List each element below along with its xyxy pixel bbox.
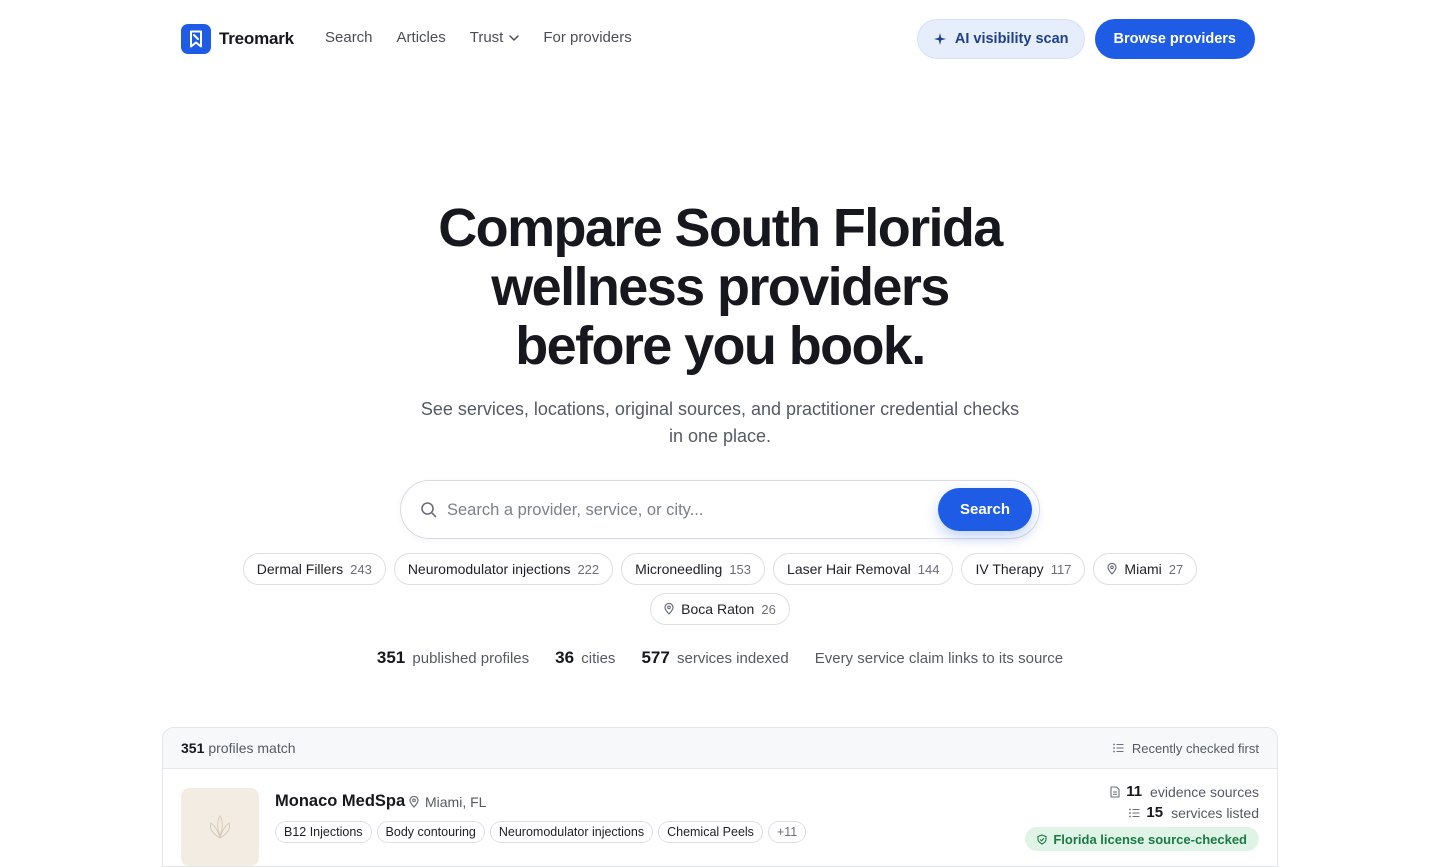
sort-dropdown[interactable]: Recently checked first (1112, 740, 1259, 756)
results-count-value: 351 (181, 740, 205, 756)
sort-list-icon (1112, 743, 1124, 753)
chip-count: 27 (1168, 561, 1184, 577)
ai-visibility-scan-button[interactable]: AI visibility scan (916, 19, 1085, 59)
provider-name[interactable]: Monaco MedSpa (275, 792, 405, 811)
services-label: services listed (1171, 804, 1259, 821)
evidence-count: 11 (1126, 783, 1143, 800)
location-pin-icon (1107, 563, 1118, 575)
chip-miami[interactable]: Miami 27 (1093, 553, 1198, 585)
chip-laser-hair-removal[interactable]: Laser Hair Removal 144 (773, 553, 954, 585)
search-input[interactable] (447, 495, 927, 525)
nav-link-trust-label: Trust (469, 29, 504, 46)
hero-subtitle: See services, locations, original source… (420, 399, 1020, 446)
ai-visibility-scan-label: AI visibility scan (954, 31, 1069, 47)
brand[interactable]: Treomark (181, 24, 294, 54)
chip-count: 243 (350, 561, 372, 577)
nav-link-for-providers[interactable]: For providers (543, 29, 631, 46)
services-listed: 15 services listed (1129, 804, 1259, 821)
stats-note: Every service claim links to its source (814, 650, 1064, 667)
quick-filter-chips-row-2: Boca Raton 26 (0, 593, 1440, 625)
provider-metrics: 11 evidence sources 15 services listed (1110, 783, 1259, 821)
stat-value: 36 (555, 648, 575, 667)
results-count: 351 profiles match (181, 740, 296, 756)
chip-label: Dermal Fillers (256, 561, 344, 577)
brand-logo-icon (181, 24, 211, 54)
evidence-sources: 11 evidence sources (1110, 783, 1259, 800)
results-count-label: profiles match (208, 740, 296, 756)
stat-value: 351 (376, 648, 406, 667)
chip-label: IV Therapy (975, 561, 1044, 577)
stat-value: 577 (641, 648, 670, 667)
brand-name: Treomark (219, 29, 294, 48)
chip-count: 153 (729, 561, 752, 577)
results-header: 351 profiles match Recently checked first (163, 728, 1277, 769)
chip-label: Miami (1124, 561, 1162, 577)
stat-services-indexed: 577 services indexed (641, 648, 788, 668)
chip-count: 222 (577, 561, 600, 577)
chip-count: 26 (761, 601, 776, 617)
chip-label: Neuromodulator injections (407, 561, 571, 577)
nav-link-trust[interactable]: Trust (470, 29, 520, 46)
stat-label: published profiles (412, 650, 530, 667)
chip-count: 117 (1050, 561, 1072, 577)
stat-cities: 36 cities (555, 648, 615, 668)
nav-link-search[interactable]: Search (325, 29, 373, 46)
results-panel: 351 profiles match Recently checked first… (162, 727, 1278, 867)
hero-title-line: Compare South Florida (438, 198, 1003, 258)
sort-label: Recently checked first (1131, 740, 1259, 756)
browse-providers-button[interactable]: Browse providers (1094, 19, 1255, 59)
chip-boca-raton[interactable]: Boca Raton 26 (650, 593, 790, 625)
sparkle-icon (933, 33, 946, 45)
services-count: 15 (1146, 804, 1164, 821)
quick-filter-chips: Dermal Fillers 243 Neuromodulator inject… (0, 553, 1440, 585)
stats-bar: 351 published profiles 36 cities 577 ser… (0, 648, 1440, 668)
provider-row[interactable]: Monaco MedSpa Miami, FL B12 Injections B… (163, 769, 1277, 866)
hero-title: Compare South Florida wellness providers… (0, 199, 1440, 376)
chip-dermal-fillers[interactable]: Dermal Fillers 243 (242, 553, 386, 585)
chip-iv-therapy[interactable]: IV Therapy 117 (961, 553, 1086, 585)
hero-title-line: wellness providers (491, 257, 950, 317)
nav-links: Search Articles Trust For providers (325, 29, 632, 46)
nav-link-articles[interactable]: Articles (397, 29, 446, 46)
provider-location: Miami, FL (409, 794, 486, 810)
list-icon (1129, 808, 1140, 817)
stat-published-profiles: 351 published profiles (377, 648, 529, 668)
stat-label: cities (581, 650, 616, 667)
chip-label: Laser Hair Removal (787, 561, 911, 577)
location-pin-icon (409, 796, 419, 808)
search-button[interactable]: Search (938, 488, 1032, 531)
license-badge-label: Florida license source-checked (1053, 831, 1247, 847)
chip-count: 144 (917, 561, 940, 577)
provider-thumbnail (181, 788, 259, 866)
hero-title-line: before you book. (515, 316, 926, 376)
search-icon (421, 502, 437, 518)
top-nav: Treomark Search Articles Trust For provi… (0, 0, 1440, 78)
chevron-down-icon (509, 34, 520, 41)
document-icon (1110, 785, 1120, 798)
chip-label: Microneedling (635, 561, 723, 577)
chip-microneedling[interactable]: Microneedling 153 (621, 553, 766, 585)
nav-actions: AI visibility scan Browse providers (916, 19, 1255, 59)
license-badge: Florida license source-checked (1025, 827, 1259, 851)
chip-label: Boca Raton (681, 601, 755, 617)
shield-check-icon (1037, 833, 1047, 845)
evidence-label: evidence sources (1150, 783, 1259, 800)
chip-neuromodulator-injections[interactable]: Neuromodulator injections 222 (393, 553, 614, 585)
provider-location-label: Miami, FL (425, 794, 487, 810)
location-pin-icon (664, 603, 674, 615)
search-bar: Search (400, 480, 1040, 539)
stat-label: services indexed (676, 650, 789, 667)
